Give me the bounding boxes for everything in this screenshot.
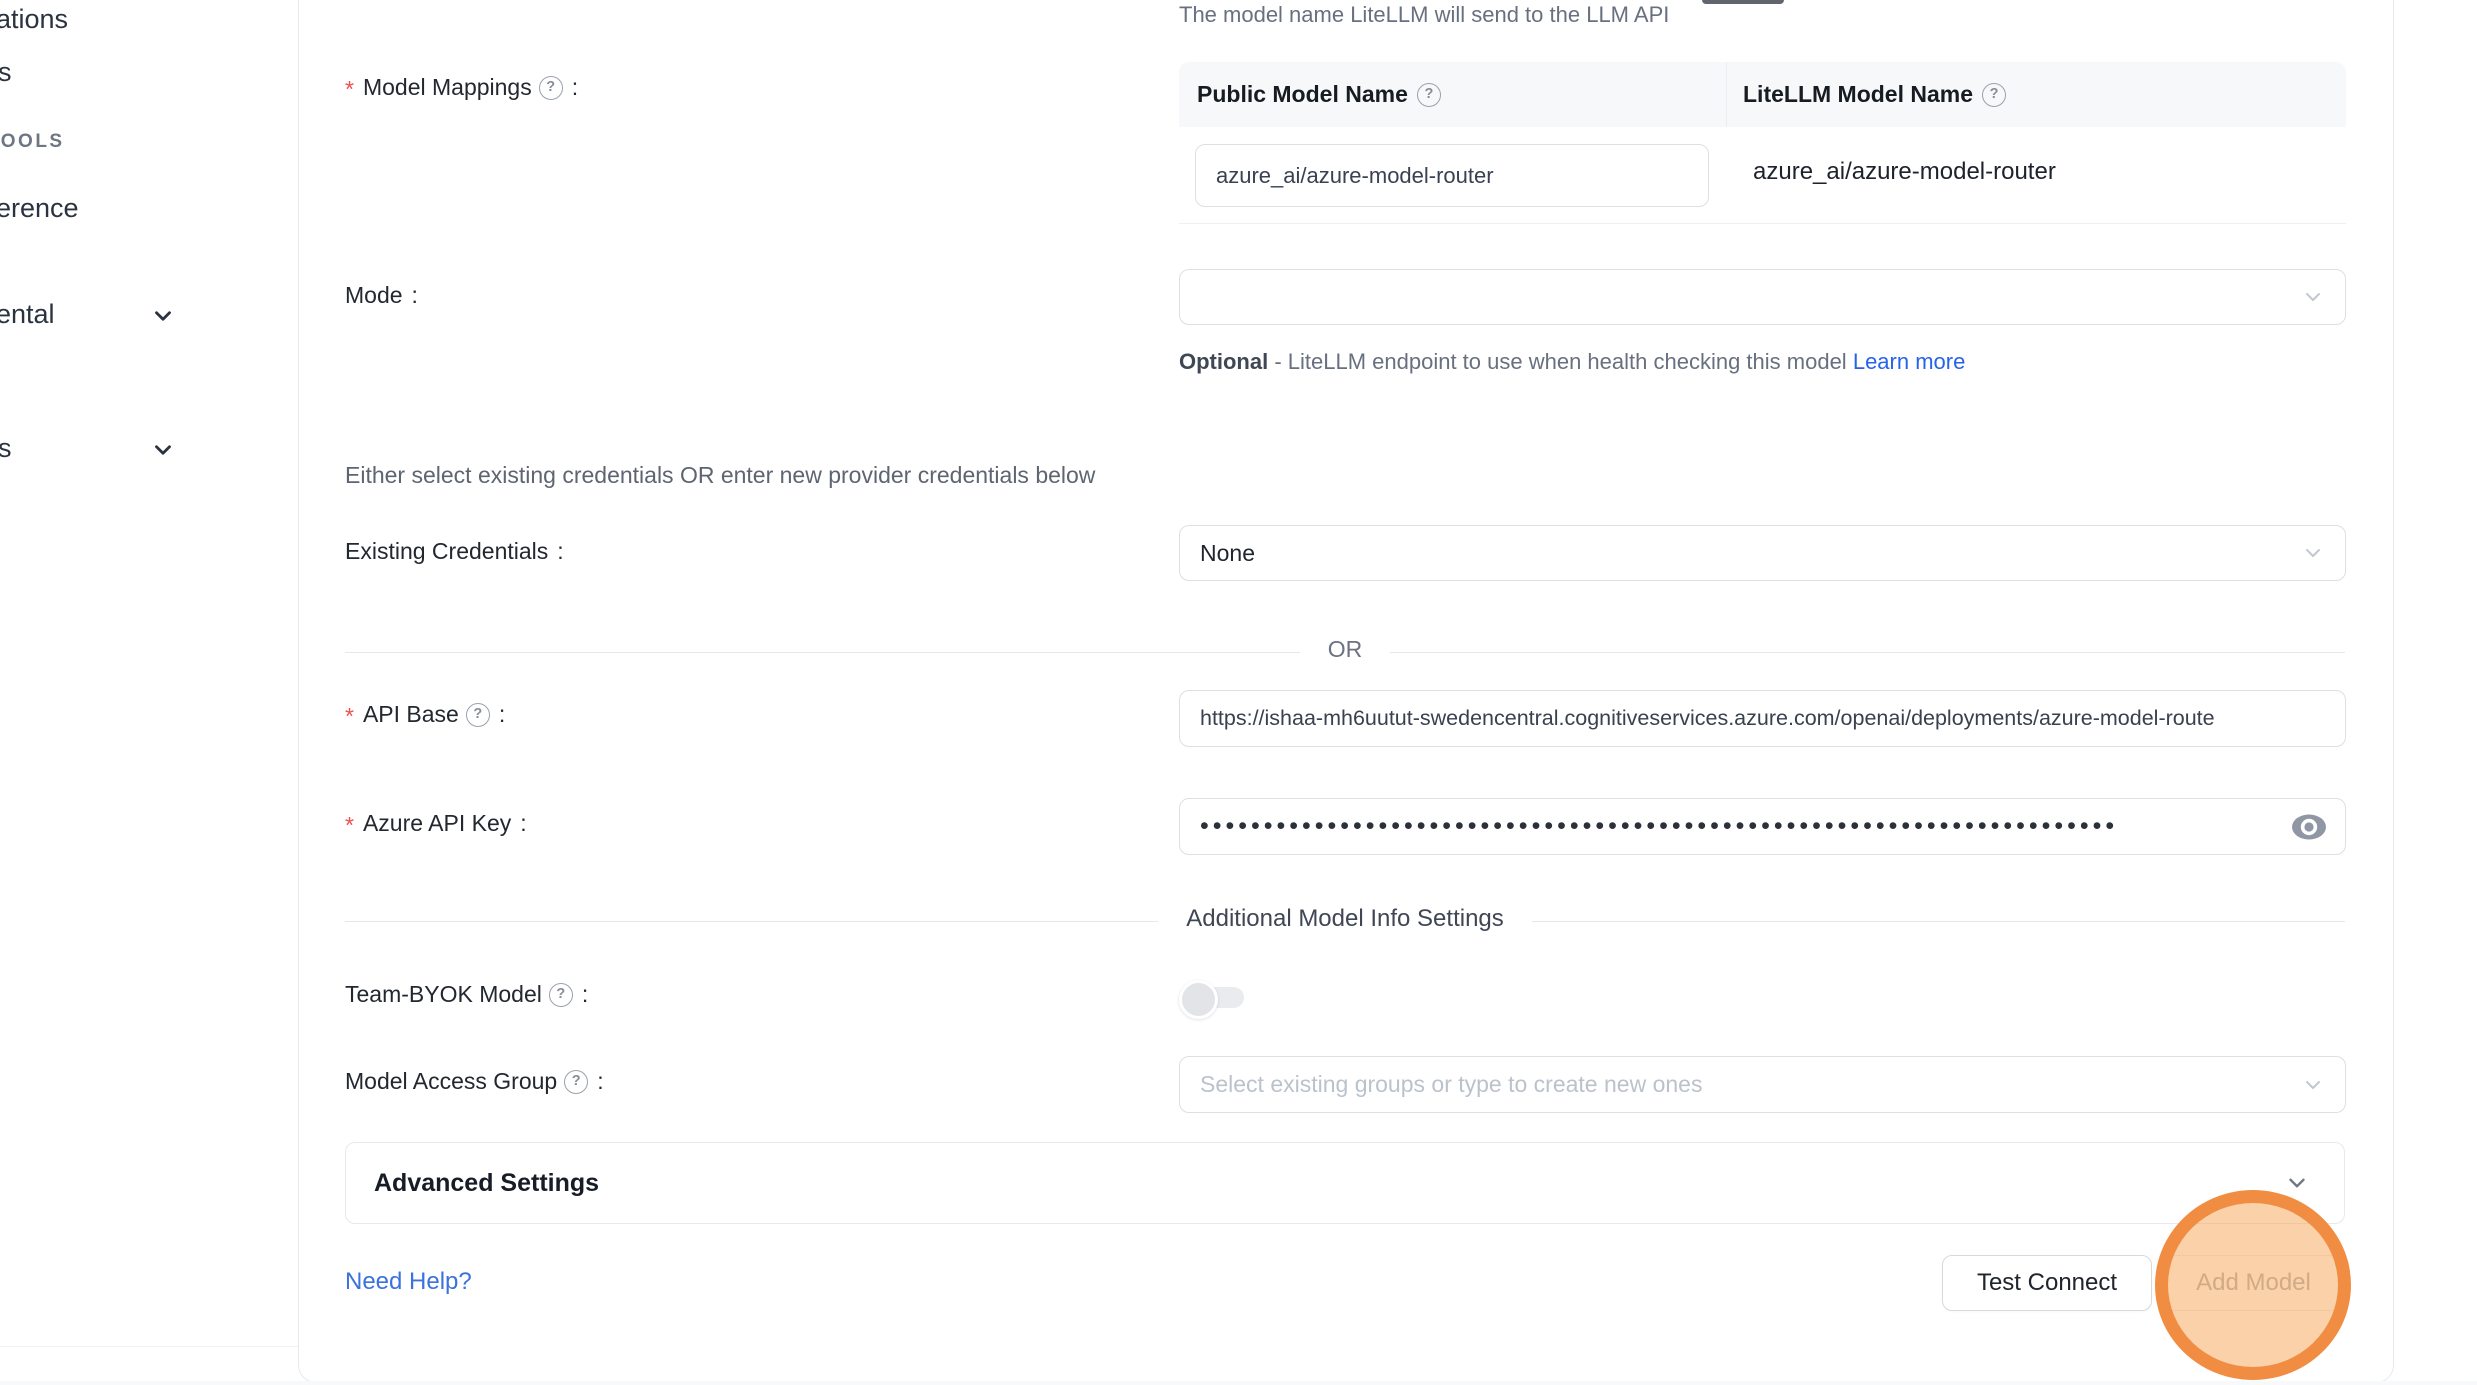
advanced-settings-panel[interactable]: Advanced Settings: [345, 1142, 2345, 1224]
learn-more-link[interactable]: Learn more: [1853, 349, 1966, 374]
required-marker: *: [345, 812, 354, 839]
sidebar-item-ations[interactable]: ations: [0, 4, 68, 35]
sidebar-item-erence[interactable]: erence: [0, 193, 79, 224]
chevron-down-icon: [2284, 1170, 2310, 1196]
litellm-model-name-value: azure_ai/azure-model-router: [1753, 158, 2056, 186]
chevron-down-icon: [2301, 541, 2325, 565]
existing-credentials-label: Existing Credentials :: [345, 538, 564, 565]
chevron-down-icon: [2301, 285, 2325, 309]
test-connect-button[interactable]: Test Connect: [1942, 1255, 2152, 1311]
tooltip-remnant: [1702, 0, 1784, 4]
public-model-name-input[interactable]: azure_ai/azure-model-router: [1195, 144, 1709, 207]
model-access-group-select[interactable]: Select existing groups or type to create…: [1179, 1056, 2346, 1113]
question-circle-icon[interactable]: ?: [539, 76, 563, 100]
column-public-model-name: Public Model Name ?: [1179, 62, 1727, 127]
sidebar-divider: [0, 1346, 298, 1347]
sidebar-item-s1[interactable]: s: [0, 57, 12, 88]
question-circle-icon[interactable]: ?: [1417, 83, 1441, 107]
question-circle-icon[interactable]: ?: [549, 983, 573, 1007]
api-base-input[interactable]: https://ishaa-mh6uutut-swedencentral.cog…: [1179, 690, 2346, 747]
bottom-strip: [0, 1381, 2477, 1385]
highlight-annotation-circle: [2155, 1190, 2351, 1380]
credentials-note: Either select existing credentials OR en…: [345, 462, 1095, 489]
add-model-page: ations s TOOLS erence ental s The model …: [0, 0, 2477, 1385]
required-marker: *: [345, 76, 354, 103]
advanced-settings-title: Advanced Settings: [374, 1169, 599, 1198]
model-access-group-label: Model Access Group ? :: [345, 1068, 604, 1095]
azure-api-key-input[interactable]: ••••••••••••••••••••••••••••••••••••••••…: [1179, 798, 2346, 855]
or-divider: OR: [345, 636, 2345, 663]
mode-helper-text: Optional - LiteLLM endpoint to use when …: [1179, 342, 1979, 381]
model-access-group-placeholder: Select existing groups or type to create…: [1200, 1071, 1702, 1098]
mode-label: Mode :: [345, 282, 418, 309]
team-byok-toggle[interactable]: [1179, 979, 1245, 1015]
column-litellm-model-name: LiteLLM Model Name ?: [1727, 81, 2006, 108]
chevron-down-icon[interactable]: [150, 303, 176, 329]
azure-api-key-label: * Azure API Key :: [345, 810, 527, 837]
eye-icon[interactable]: [2291, 812, 2327, 842]
chevron-down-icon[interactable]: [150, 437, 176, 463]
required-marker: *: [345, 703, 354, 730]
need-help-link[interactable]: Need Help?: [345, 1268, 472, 1296]
existing-credentials-select[interactable]: None: [1179, 525, 2346, 581]
api-base-label: * API Base ? :: [345, 701, 505, 728]
sidebar-item-ental[interactable]: ental: [0, 299, 55, 330]
model-mappings-row: azure_ai/azure-model-router azure_ai/azu…: [1179, 127, 2346, 224]
sidebar-section-tools: TOOLS: [0, 131, 65, 153]
question-circle-icon[interactable]: ?: [564, 1070, 588, 1094]
model-mappings-header: Public Model Name ? LiteLLM Model Name ?: [1179, 62, 2346, 127]
mode-select[interactable]: [1179, 269, 2346, 325]
question-circle-icon[interactable]: ?: [466, 703, 490, 727]
model-mappings-label: * Model Mappings ? :: [345, 74, 578, 101]
masked-key-value: ••••••••••••••••••••••••••••••••••••••••…: [1200, 812, 2118, 841]
model-name-helper-text: The model name LiteLLM will send to the …: [1179, 2, 1669, 28]
model-mappings-table: Public Model Name ? LiteLLM Model Name ?…: [1179, 62, 2346, 224]
additional-settings-divider: Additional Model Info Settings: [345, 905, 2345, 933]
team-byok-label: Team-BYOK Model ? :: [345, 981, 588, 1008]
question-circle-icon[interactable]: ?: [1982, 83, 2006, 107]
chevron-down-icon: [2301, 1073, 2325, 1097]
sidebar-item-s2[interactable]: s: [0, 433, 12, 464]
